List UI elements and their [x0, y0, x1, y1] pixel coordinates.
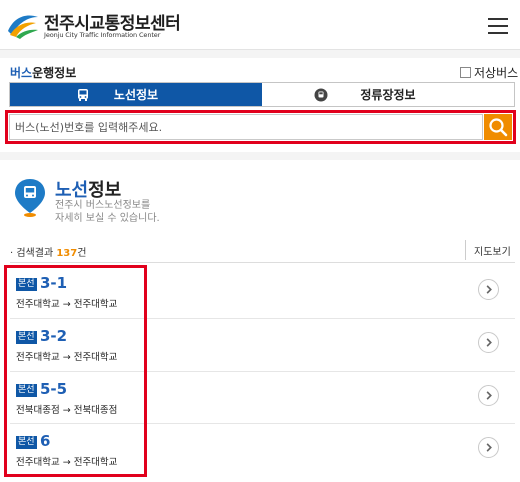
- route-type-badge: 본선: [16, 436, 37, 449]
- route-path: 전주대학교 → 전주대학교: [16, 299, 118, 310]
- lowfloor-label: 저상버스: [474, 66, 519, 80]
- checkbox-icon[interactable]: [460, 67, 471, 78]
- tab-route-info-label: 노선정보: [113, 88, 159, 102]
- route-info-description: 전주시 버스노선정보를 자세히 보실 수 있습니다.: [55, 200, 160, 224]
- list-item[interactable]: 본선 3-2 전주대학교 → 전주대학교: [0, 319, 520, 371]
- list-item[interactable]: 본선 3-1 전주대학교 → 전주대학교: [0, 266, 520, 318]
- logo-icon[interactable]: [6, 9, 40, 39]
- route-path: 전북대종점 → 전북대종점: [16, 405, 118, 416]
- chevron-right-icon[interactable]: [478, 332, 499, 353]
- route-search-input[interactable]: [9, 114, 483, 140]
- route-number: 3-2: [40, 327, 68, 345]
- route-number: 5-5: [40, 380, 68, 398]
- tab-stop-info-label: 정류장정보: [360, 88, 416, 102]
- bus-location-pin-icon: [15, 179, 45, 217]
- search-icon: [489, 118, 508, 137]
- chevron-right-icon[interactable]: [478, 385, 499, 406]
- search-result-count: · 검색결과 137건: [10, 248, 87, 259]
- bus-info-title: 버스운행정보: [10, 66, 77, 80]
- route-number: 6: [40, 432, 51, 450]
- info-tabs: 노선정보 정류장정보: [9, 82, 515, 107]
- section-divider: [0, 50, 520, 58]
- route-type-badge: 본선: [16, 278, 37, 291]
- chevron-right-icon[interactable]: [478, 437, 499, 458]
- route-path: 전주대학교 → 전주대학교: [16, 352, 118, 363]
- bus-icon: [78, 89, 88, 101]
- app-header: 전주시교통정보센터 Jeonju City Traffic Informatio…: [0, 0, 520, 50]
- route-path: 전주대학교 → 전주대학교: [16, 457, 118, 468]
- divider: [10, 262, 515, 263]
- divider: [465, 240, 466, 260]
- chevron-right-icon[interactable]: [478, 279, 499, 300]
- menu-icon[interactable]: [488, 16, 510, 34]
- section-divider: [0, 152, 520, 160]
- search-button[interactable]: [484, 114, 512, 140]
- route-number: 3-1: [40, 274, 68, 292]
- bus-stop-icon: [314, 88, 328, 102]
- route-type-badge: 본선: [16, 331, 37, 344]
- list-item[interactable]: 본선 5-5 전북대종점 → 전북대종점: [0, 372, 520, 424]
- site-subtitle: Jeonju City Traffic Information Center: [44, 31, 161, 39]
- tab-route-info[interactable]: 노선정보: [10, 83, 262, 106]
- list-item[interactable]: 본선 6 전주대학교 → 전주대학교: [0, 424, 520, 476]
- lowfloor-checkbox[interactable]: 저상버스: [460, 64, 518, 81]
- map-view-button[interactable]: 지도보기: [474, 243, 511, 258]
- route-type-badge: 본선: [16, 384, 37, 397]
- tab-stop-info[interactable]: 정류장정보: [262, 83, 514, 106]
